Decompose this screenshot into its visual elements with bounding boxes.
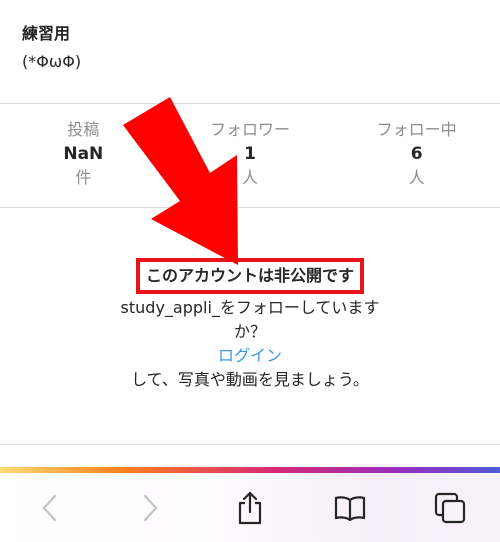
back-button[interactable] xyxy=(20,483,80,533)
private-line3: して、写真や動画を見ましょう。 xyxy=(131,370,369,389)
private-line1: study_appli_をフォローしています xyxy=(0,296,500,320)
stat-followers[interactable]: フォロワー 1 人 xyxy=(167,118,334,190)
login-link[interactable]: ログイン xyxy=(0,344,500,368)
share-button[interactable] xyxy=(220,483,280,533)
stat-posts-unit: 件 xyxy=(75,168,92,187)
private-line1-end: す xyxy=(363,298,380,317)
private-message: study_appli_をフォローしています か？ ログイン して、写真や動画を… xyxy=(0,296,500,392)
back-icon xyxy=(42,494,57,521)
stat-following-value: 6 xyxy=(410,144,423,164)
bookmarks-button[interactable] xyxy=(320,483,380,533)
stat-following-label: フォロー中 xyxy=(376,120,457,139)
stat-followers-unit: 人 xyxy=(242,168,259,187)
forward-button[interactable] xyxy=(120,483,180,533)
browser-toolbar xyxy=(0,473,500,542)
stat-following-unit: 人 xyxy=(408,168,425,187)
private-line1-text: study_appli_をフォローしていま xyxy=(120,298,364,317)
tabs-button[interactable] xyxy=(420,483,480,533)
stat-posts: 投稿 NaN 件 xyxy=(0,118,167,190)
stat-following[interactable]: フォロー中 6 人 xyxy=(333,118,500,190)
private-title: このアカウントは非公開です xyxy=(135,258,364,294)
stat-followers-value: 1 xyxy=(244,144,256,164)
tabs-icon xyxy=(434,492,466,523)
private-line2: か？ xyxy=(233,322,266,341)
divider-bottom xyxy=(0,444,500,445)
divider-top xyxy=(0,103,500,104)
private-account-notice: このアカウントは非公開です study_appli_をフォローしています か？ … xyxy=(0,258,500,392)
stat-posts-value: NaN xyxy=(63,144,104,164)
share-icon xyxy=(238,491,262,524)
forward-icon xyxy=(143,494,158,521)
profile-bio: (*ΦωΦ) xyxy=(22,52,82,71)
stat-followers-label: フォロワー xyxy=(210,120,291,139)
divider-mid xyxy=(0,207,500,208)
profile-header: 練習用 (*ΦωΦ) xyxy=(22,22,81,74)
bookmarks-icon xyxy=(334,495,366,521)
profile-stats: 投稿 NaN 件 フォロワー 1 人 フォロー中 6 人 xyxy=(0,118,500,190)
stat-posts-label: 投稿 xyxy=(67,120,100,139)
profile-name: 練習用 xyxy=(22,24,71,43)
